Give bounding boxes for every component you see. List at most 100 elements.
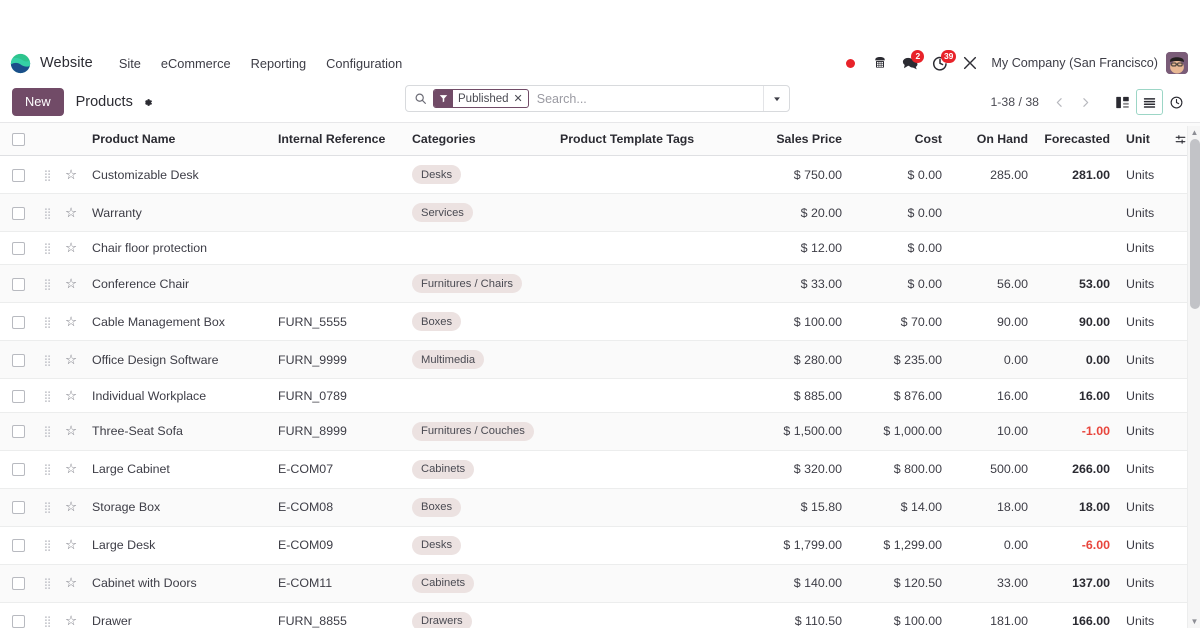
cell-unit[interactable]: Units (1118, 412, 1174, 451)
cell-product-template-tags[interactable] (552, 231, 742, 266)
list-view-icon[interactable] (1136, 89, 1163, 115)
star-icon[interactable]: ☆ (65, 167, 77, 183)
cell-sales-price[interactable]: $ 1,799.00 (742, 526, 850, 565)
cell-unit[interactable]: Units (1118, 193, 1174, 233)
star-icon[interactable]: ☆ (65, 205, 77, 221)
star-icon[interactable]: ☆ (65, 423, 77, 439)
cell-on-hand[interactable]: 10.00 (950, 412, 1036, 451)
cell-cost[interactable]: $ 0.00 (850, 231, 950, 266)
cell-product-template-tags[interactable] (552, 378, 742, 413)
wrench-screwdriver-icon[interactable] (955, 49, 985, 77)
cell-internal-reference[interactable]: E-COM09 (270, 526, 404, 565)
app-brand[interactable]: Website (10, 53, 93, 74)
checkbox-icon[interactable] (11, 539, 25, 553)
cell-product-name[interactable]: Large Desk (84, 526, 270, 565)
search-input[interactable] (532, 91, 763, 106)
cell-forecasted[interactable]: -1.00 (1036, 412, 1118, 451)
cell-sales-price[interactable]: $ 15.80 (742, 488, 850, 527)
table-row[interactable]: ⣿ ☆ Storage Box E-COM08 Boxes $ 15.80 $ 14.00 1… (0, 488, 1200, 527)
checkbox-icon[interactable] (11, 501, 25, 515)
cell-forecasted[interactable]: 266.00 (1036, 450, 1118, 489)
cell-unit[interactable]: Units (1118, 264, 1174, 304)
cell-product-template-tags[interactable] (552, 450, 742, 489)
cell-categories[interactable]: Cabinets (404, 564, 552, 603)
cell-categories[interactable]: Furnitures / Couches (404, 412, 552, 451)
nav-item-ecommerce[interactable]: eCommerce (151, 51, 241, 76)
star-icon[interactable]: ☆ (65, 276, 77, 292)
column-header-sales-price[interactable]: Sales Price (742, 123, 850, 157)
cell-categories[interactable]: Services (404, 193, 552, 233)
cell-on-hand[interactable] (950, 231, 1036, 266)
cell-categories[interactable]: Furnitures / Chairs (404, 264, 552, 304)
cell-categories[interactable]: Boxes (404, 488, 552, 527)
cell-product-name[interactable]: Customizable Desk (84, 155, 270, 195)
cell-sales-price[interactable]: $ 110.50 (742, 602, 850, 628)
cell-forecasted[interactable]: 16.00 (1036, 378, 1118, 413)
cell-sales-price[interactable]: $ 20.00 (742, 193, 850, 233)
cell-cost[interactable]: $ 14.00 (850, 488, 950, 527)
cell-internal-reference[interactable]: E-COM07 (270, 450, 404, 489)
cell-product-template-tags[interactable] (552, 564, 742, 603)
cell-on-hand[interactable]: 500.00 (950, 450, 1036, 489)
checkbox-icon[interactable] (11, 133, 25, 147)
cell-categories[interactable]: Multimedia (404, 340, 552, 380)
cell-unit[interactable]: Units (1118, 526, 1174, 565)
table-row[interactable]: ⣿ ☆ Conference Chair Furnitures / Chairs $ 3… (0, 264, 1200, 304)
cell-cost[interactable]: $ 1,299.00 (850, 526, 950, 565)
star-icon[interactable]: ☆ (65, 388, 77, 404)
cell-cost[interactable]: $ 0.00 (850, 155, 950, 195)
cell-forecasted[interactable]: 166.00 (1036, 602, 1118, 628)
scroll-down-icon[interactable]: ▼ (1190, 617, 1199, 626)
cell-product-template-tags[interactable] (552, 155, 742, 195)
drag-handle-icon[interactable]: ⣿ (43, 501, 51, 514)
checkbox-icon[interactable] (11, 206, 25, 220)
checkbox-icon[interactable] (11, 463, 25, 477)
cell-product-template-tags[interactable] (552, 340, 742, 380)
cell-product-name[interactable]: Three-Seat Sofa (84, 412, 270, 451)
cell-sales-price[interactable]: $ 885.00 (742, 378, 850, 413)
table-row[interactable]: ⣿ ☆ Chair floor protection $ 12.00 $ 0.00 Uni… (0, 231, 1200, 266)
cell-cost[interactable]: $ 70.00 (850, 302, 950, 342)
cell-internal-reference[interactable]: FURN_8999 (270, 412, 404, 451)
cell-forecasted[interactable]: 90.00 (1036, 302, 1118, 342)
column-header-forecasted[interactable]: Forecasted (1036, 123, 1118, 157)
cell-cost[interactable]: $ 0.00 (850, 193, 950, 233)
column-header-unit[interactable]: Unit (1118, 123, 1174, 157)
gear-icon[interactable] (141, 96, 154, 109)
cell-unit[interactable]: Units (1118, 450, 1174, 489)
cell-product-name[interactable]: Large Cabinet (84, 450, 270, 489)
cell-internal-reference[interactable] (270, 155, 404, 195)
cell-internal-reference[interactable]: FURN_9999 (270, 340, 404, 380)
cell-on-hand[interactable]: 90.00 (950, 302, 1036, 342)
star-icon[interactable]: ☆ (65, 613, 77, 628)
cell-product-template-tags[interactable] (552, 488, 742, 527)
cell-product-name[interactable]: Individual Workplace (84, 378, 270, 413)
table-row[interactable]: ⣿ ☆ Drawer FURN_8855 Drawers $ 110.50 $ 100.00… (0, 602, 1200, 628)
pager-previous-button[interactable] (1047, 90, 1071, 114)
checkbox-icon[interactable] (11, 354, 25, 368)
column-header-product-name[interactable]: Product Name (84, 123, 270, 157)
cell-product-name[interactable]: Conference Chair (84, 264, 270, 304)
star-icon[interactable]: ☆ (65, 499, 77, 515)
cell-product-name[interactable]: Office Design Software (84, 340, 270, 380)
cell-unit[interactable]: Units (1118, 231, 1174, 266)
checkbox-icon[interactable] (11, 389, 25, 403)
cell-product-template-tags[interactable] (552, 602, 742, 628)
cell-cost[interactable]: $ 120.50 (850, 564, 950, 603)
nav-item-site[interactable]: Site (109, 51, 151, 76)
drag-handle-icon[interactable]: ⣿ (43, 615, 51, 628)
table-row[interactable]: ⣿ ☆ Customizable Desk Desks $ 750.00 $ 0.00 28… (0, 155, 1200, 195)
cell-cost[interactable]: $ 0.00 (850, 264, 950, 304)
company-switcher[interactable]: My Company (San Francisco) (991, 56, 1158, 70)
drag-handle-icon[interactable]: ⣿ (43, 577, 51, 590)
cell-unit[interactable]: Units (1118, 155, 1174, 195)
nav-item-configuration[interactable]: Configuration (316, 51, 412, 76)
cell-cost[interactable]: $ 235.00 (850, 340, 950, 380)
cell-sales-price[interactable]: $ 320.00 (742, 450, 850, 489)
cell-sales-price[interactable]: $ 12.00 (742, 231, 850, 266)
cell-product-template-tags[interactable] (552, 264, 742, 304)
checkbox-icon[interactable] (11, 577, 25, 591)
table-row[interactable]: ⣿ ☆ Office Design Software FURN_9999 Multime… (0, 340, 1200, 380)
cell-product-name[interactable]: Cabinet with Doors (84, 564, 270, 603)
drag-handle-icon[interactable]: ⣿ (43, 278, 51, 291)
